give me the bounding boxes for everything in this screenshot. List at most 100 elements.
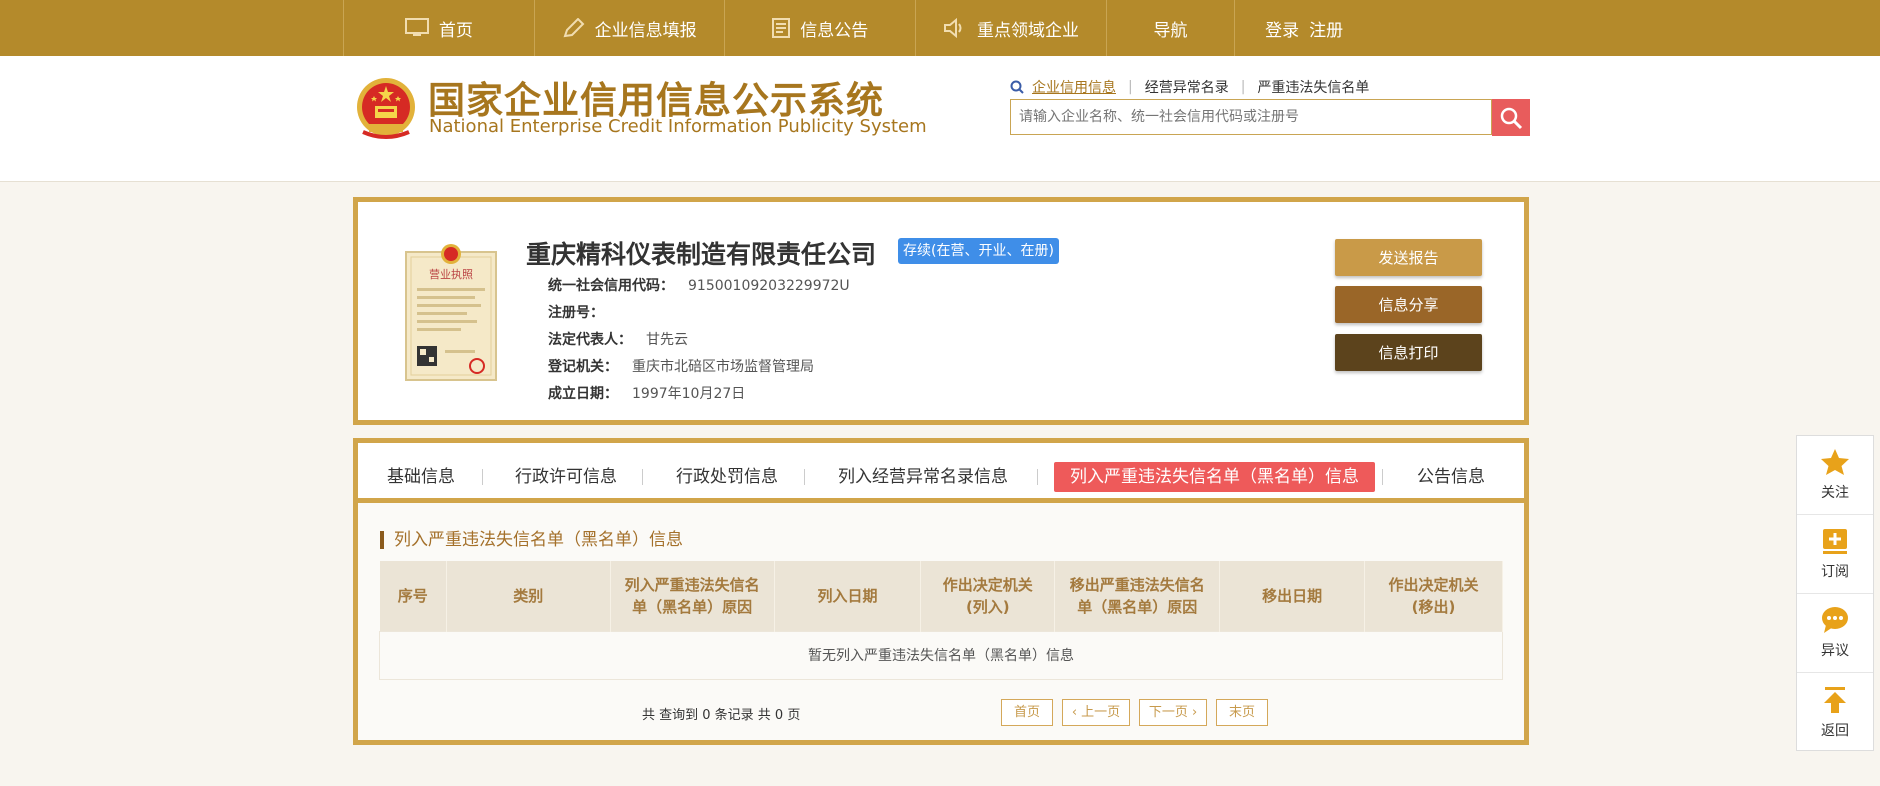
- tab-separator: [642, 469, 643, 485]
- back-to-top-button[interactable]: 返回: [1797, 673, 1873, 752]
- monitor-icon: [404, 18, 429, 36]
- tab-separator: [1037, 469, 1038, 485]
- field-value: 甘先云: [646, 332, 688, 348]
- column-header: 序号: [379, 561, 447, 631]
- pager-info: 共 查询到 0 条记录 共 0 页: [642, 708, 801, 723]
- tab-announcement[interactable]: 公告信息: [1417, 462, 1485, 492]
- pager-next-label: 下一页: [1148, 705, 1188, 720]
- column-header-text: 列入严重违法失信名单（黑名单）原因: [624, 575, 760, 616]
- follow-button[interactable]: 关注: [1797, 436, 1873, 515]
- field-label: 成立日期：: [548, 386, 618, 402]
- field-label: 登记机关：: [548, 359, 618, 375]
- column-header-text: 移出严重违法失信名单（黑名单）原因: [1069, 575, 1205, 616]
- right-float-bar: 关注 订阅 异议 返回: [1796, 435, 1874, 751]
- column-header: 列入严重违法失信名单（黑名单）原因: [610, 561, 775, 631]
- pager-prev-label: 上一页: [1081, 705, 1121, 720]
- column-header-text: 作出决定机关(移出): [1388, 575, 1479, 616]
- pager-first-button[interactable]: 首页: [1001, 699, 1053, 726]
- back-label: 返回: [1821, 722, 1849, 739]
- national-emblem-icon: [357, 78, 415, 139]
- company-name: 重庆精科仪表制造有限责任公司: [526, 240, 877, 269]
- separator: |: [1240, 79, 1246, 95]
- column-header: 移出日期: [1219, 561, 1365, 631]
- field-label: 统一社会信用代码：: [548, 278, 674, 294]
- site-title-en: National Enterprise Credit Information P…: [429, 116, 927, 137]
- login-link[interactable]: 登录: [1265, 16, 1299, 41]
- pager-prev-button[interactable]: ‹ 上一页: [1062, 699, 1130, 726]
- field-credit-code: 统一社会信用代码： 91500109203229972U: [548, 275, 850, 295]
- search-link-blacklist[interactable]: 严重违法失信名单: [1257, 77, 1369, 97]
- tab-basic-info[interactable]: 基础信息: [387, 462, 455, 492]
- register-link[interactable]: 注册: [1309, 16, 1343, 41]
- company-card: 营业执照 重庆精科仪表制造有限责任公司 存续(在营、开业、在册) 统一社会信用代…: [353, 197, 1529, 425]
- subscribe-label: 订阅: [1821, 564, 1849, 580]
- subscribe-button[interactable]: 订阅: [1797, 515, 1873, 594]
- search-icon: [1500, 107, 1523, 129]
- field-value: 重庆市北碚区市场监督管理局: [632, 359, 814, 375]
- info-section: 基础信息 行政许可信息 行政处罚信息 列入经营异常名录信息 列入严重违法失信名单…: [353, 438, 1529, 745]
- nav-guide-label: 导航: [1153, 20, 1188, 41]
- search-type-links: 企业信用信息 | 经营异常名录 | 严重违法失信名单: [1010, 77, 1369, 97]
- search-small-icon: [1010, 80, 1024, 94]
- column-header: 作出决定机关(列入): [920, 561, 1056, 631]
- star-icon: [1821, 449, 1849, 475]
- search-link-credit[interactable]: 企业信用信息: [1032, 77, 1116, 97]
- field-label: 注册号：: [548, 305, 604, 321]
- tab-admin-license[interactable]: 行政许可信息: [515, 462, 617, 492]
- nav-guide[interactable]: 导航: [1105, 0, 1234, 56]
- tab-bar: 基础信息 行政许可信息 行政处罚信息 列入经营异常名录信息 列入严重违法失信名单…: [358, 443, 1524, 503]
- table-row: 暂无列入严重违法失信名单（黑名单）信息: [379, 630, 1503, 680]
- follow-label: 关注: [1821, 485, 1849, 501]
- field-authority: 登记机关： 重庆市北碚区市场监督管理局: [548, 356, 814, 376]
- search-input[interactable]: [1011, 100, 1491, 134]
- pager-next-button[interactable]: 下一页 ›: [1139, 699, 1207, 726]
- objection-label: 异议: [1821, 643, 1849, 659]
- field-value: 1997年10月27日: [632, 386, 746, 402]
- field-label: 法定代表人：: [548, 332, 632, 348]
- nav-key-enterprise-label: 重点领域企业: [977, 20, 1080, 41]
- empty-message: 暂无列入严重违法失信名单（黑名单）信息: [379, 630, 1503, 680]
- search-link-abnormal[interactable]: 经营异常名录: [1145, 77, 1229, 97]
- tab-admin-penalty[interactable]: 行政处罚信息: [676, 462, 778, 492]
- column-header: 移出严重违法失信名单（黑名单）原因: [1054, 561, 1221, 631]
- nav-report-label: 企业信息填报: [594, 20, 697, 41]
- column-header: 列入日期: [774, 561, 922, 631]
- pen-icon: [563, 18, 584, 38]
- nav-home[interactable]: 首页: [343, 0, 534, 56]
- license-title: 营业执照: [429, 267, 473, 281]
- column-header: 作出决定机关(移出): [1364, 561, 1503, 631]
- site-header: [0, 56, 1880, 182]
- blacklist-table: 序号 类别 列入严重违法失信名单（黑名单）原因 列入日期 作出决定机关(列入) …: [379, 561, 1503, 680]
- tab-blacklist[interactable]: 列入严重违法失信名单（黑名单）信息: [1054, 462, 1375, 492]
- top-nav: 首页 企业信息填报 信息公告 重点领域企业 导航 登录 注册: [0, 0, 1880, 56]
- print-info-button[interactable]: 信息打印: [1335, 334, 1482, 371]
- nav-report[interactable]: 企业信息填报: [533, 0, 725, 56]
- subscribe-icon: [1823, 529, 1847, 554]
- section-title: 列入严重违法失信名单（黑名单）信息: [380, 531, 683, 549]
- speaker-icon: [944, 18, 962, 38]
- share-info-button[interactable]: 信息分享: [1335, 286, 1482, 323]
- business-license-icon: 营业执照: [405, 244, 497, 381]
- search-button[interactable]: [1492, 99, 1530, 136]
- nav-key-enterprise[interactable]: 重点领域企业: [915, 0, 1106, 56]
- field-legal-rep: 法定代表人： 甘先云: [548, 329, 688, 349]
- nav-notice-label: 信息公告: [800, 20, 869, 41]
- pager-last-button[interactable]: 末页: [1216, 699, 1268, 726]
- tab-abnormal-list[interactable]: 列入经营异常名录信息: [838, 462, 1008, 492]
- separator: |: [1128, 79, 1133, 95]
- document-icon: [772, 18, 791, 38]
- nav-login-register: 登录 注册: [1234, 0, 1373, 56]
- send-report-button[interactable]: 发送报告: [1335, 239, 1482, 276]
- tab-separator: [1382, 469, 1383, 485]
- tab-separator: [804, 469, 805, 485]
- column-header: 类别: [446, 561, 611, 631]
- nav-home-label: 首页: [438, 20, 473, 41]
- objection-button[interactable]: 异议: [1797, 594, 1873, 673]
- search-box: [1010, 99, 1492, 135]
- field-founded: 成立日期： 1997年10月27日: [548, 383, 745, 403]
- field-reg-no: 注册号：: [548, 302, 618, 322]
- tab-separator: [482, 469, 483, 485]
- field-value: 91500109203229972U: [688, 278, 850, 294]
- column-header-text: 作出决定机关(列入): [942, 575, 1033, 616]
- nav-notice[interactable]: 信息公告: [724, 0, 915, 56]
